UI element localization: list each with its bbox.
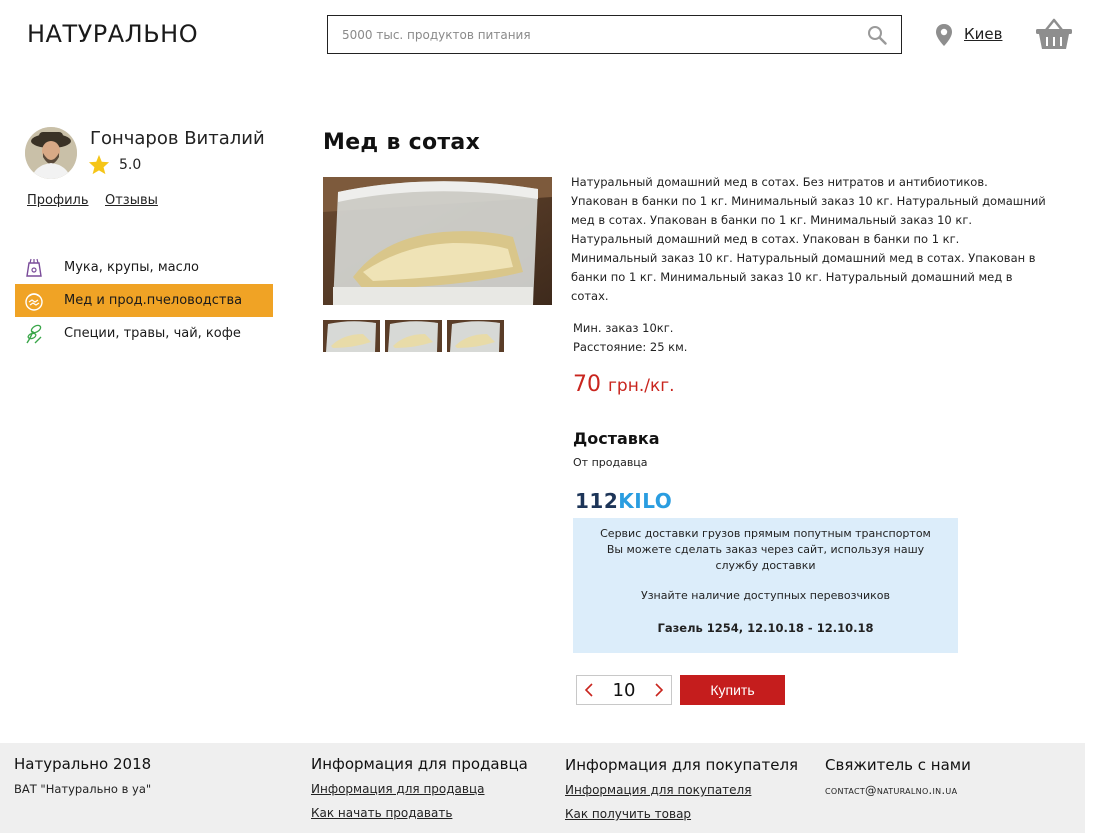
footer-contact-email[interactable]: contact@naturalno.in.ua	[825, 783, 957, 797]
location-pin-icon	[936, 24, 952, 46]
footer-buyer-heading: Информация для покупателя	[565, 756, 799, 774]
category-honey[interactable]: Мед и прод.пчеловодства	[15, 284, 273, 317]
carrier-slot[interactable]: Газель 1254, 12.10.18 - 12.10.18	[573, 621, 958, 635]
chevron-left-icon[interactable]	[577, 676, 601, 704]
delivery-line: службу доставки	[715, 559, 816, 572]
footer-get-goods-link[interactable]: Как получить товар	[565, 807, 691, 821]
category-label: Мука, крупы, масло	[64, 260, 200, 275]
chevron-right-icon[interactable]	[647, 676, 671, 704]
footer-seller-heading: Информация для продавца	[311, 755, 528, 773]
category-flour[interactable]: Мука, крупы, масло	[15, 251, 273, 284]
price-value: 70	[573, 372, 601, 397]
footer-brand-sub: ВАТ "Натурально в уа"	[14, 782, 152, 796]
avatar-image	[25, 127, 77, 179]
product-thumbnail[interactable]	[447, 320, 504, 352]
delivery-from: От продавца	[573, 456, 648, 469]
seller-rating: 5.0	[119, 157, 142, 173]
product-main-image[interactable]	[323, 177, 552, 305]
product-title: Мед в сотах	[323, 130, 481, 155]
product-thumbnail[interactable]	[323, 320, 380, 352]
site-logo[interactable]: НАТУРАЛЬНО	[27, 20, 198, 48]
delivery-line: Вы можете сделать заказ через сайт, испо…	[606, 543, 925, 556]
logo-text: KILO	[618, 489, 673, 513]
search-input[interactable]	[328, 16, 848, 53]
delivery-service-logo[interactable]: 112KILO	[575, 489, 672, 513]
carriers-availability[interactable]: Узнайте наличие доступных перевозчиков	[573, 589, 958, 602]
price-unit: грн./кг.	[608, 376, 675, 396]
product-description: Натуральный домашний мед в сотах. Без ни…	[571, 175, 1046, 303]
product-thumbnail[interactable]	[385, 320, 442, 352]
product-price: 70 грн./кг.	[573, 372, 675, 397]
delivery-info-box: Сервис доставки грузов прямым попутным т…	[573, 518, 958, 653]
star-icon	[88, 154, 110, 175]
category-label: Мед и прод.пчеловодства	[64, 293, 243, 308]
footer-seller-info-link[interactable]: Информация для продавца	[311, 782, 485, 796]
search-icon[interactable]	[867, 25, 887, 45]
profile-link[interactable]: Профиль	[27, 193, 89, 208]
honey-pot-icon	[23, 290, 45, 312]
delivery-title: Доставка	[573, 429, 660, 448]
quantity-stepper[interactable]: 10	[576, 675, 672, 705]
footer: Натурально 2018 ВАТ "Натурально в уа" Ин…	[0, 743, 1085, 833]
distance: Расстояние: 25 км.	[573, 340, 688, 354]
buy-button[interactable]: Купить	[680, 675, 785, 705]
footer-start-selling-link[interactable]: Как начать продавать	[311, 806, 452, 820]
footer-brand: Натурально 2018	[14, 755, 152, 773]
category-label: Специи, травы, чай, кофе	[64, 326, 241, 341]
basket-icon[interactable]	[1035, 17, 1073, 51]
seller-avatar[interactable]	[25, 127, 77, 179]
search-bar[interactable]	[327, 15, 902, 54]
seller-name[interactable]: Гончаров Виталий	[90, 128, 265, 149]
footer-contact-heading: Свяжитель с нами	[825, 756, 971, 774]
herbs-icon	[23, 323, 45, 345]
city-selector[interactable]: Киев	[964, 25, 1002, 43]
footer-buyer-info-link[interactable]: Информация для покупателя	[565, 783, 751, 797]
flour-bag-icon	[23, 257, 45, 279]
delivery-description: Сервис доставки грузов прямым попутным т…	[573, 526, 958, 574]
category-spices[interactable]: Специи, травы, чай, кофе	[15, 317, 273, 350]
reviews-link[interactable]: Отзывы	[105, 193, 158, 208]
quantity-value[interactable]: 10	[613, 680, 636, 701]
logo-number: 112	[575, 489, 619, 513]
min-order: Мин. заказ 10кг.	[573, 321, 674, 335]
delivery-line: Сервис доставки грузов прямым попутным т…	[600, 527, 931, 540]
